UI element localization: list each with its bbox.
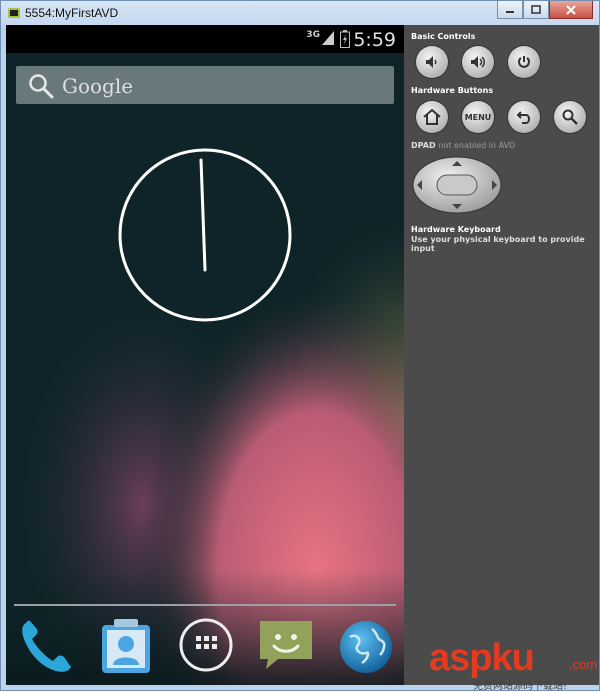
emulator-window: 5554:MyFirstAVD 3G 5:59 Google Basic Con… <box>0 0 600 692</box>
dock-app-phone[interactable] <box>16 615 76 675</box>
basic-controls-heading: Basic Controls <box>411 32 476 41</box>
power-button[interactable] <box>508 46 540 78</box>
title-bar[interactable]: 5554:MyFirstAVD <box>1 1 599 25</box>
volume-down-icon <box>426 56 437 68</box>
power-icon <box>518 56 530 69</box>
dpad-control[interactable] <box>412 156 502 214</box>
wallpaper <box>6 45 404 685</box>
dpad-status: DPAD not enabled in AVD <box>411 141 515 150</box>
watermark: aspku .com 免费网站源码下载站! <box>429 637 600 692</box>
dock-divider <box>14 604 396 606</box>
battery-icon <box>340 30 350 48</box>
phone-icon <box>22 620 71 672</box>
window-controls <box>497 1 593 19</box>
home-icon <box>423 109 441 125</box>
dpad-heading: DPAD <box>411 141 436 150</box>
app-drawer-icon <box>179 618 233 672</box>
close-icon <box>566 4 576 15</box>
menu-button[interactable]: MENU <box>462 101 494 133</box>
search-icon <box>29 74 54 99</box>
home-button[interactable] <box>416 101 448 133</box>
watermark-tagline: 免费网站源码下载站! <box>473 681 568 692</box>
back-button[interactable] <box>508 101 540 133</box>
status-time: 5:59 <box>353 29 396 51</box>
minimize-button[interactable] <box>497 1 523 19</box>
volume-up-button[interactable] <box>462 46 494 78</box>
volume-down-button[interactable] <box>416 46 448 78</box>
dock <box>6 615 404 681</box>
contacts-icon <box>102 619 150 673</box>
maximize-button[interactable] <box>523 1 549 19</box>
dpad-note: not enabled in AVD <box>438 141 516 150</box>
search-label: Google <box>62 74 134 98</box>
messaging-icon <box>260 621 312 669</box>
close-button[interactable] <box>549 1 593 19</box>
watermark-suffix: .com <box>569 657 598 672</box>
google-search-bar[interactable]: Google <box>16 66 394 104</box>
minimize-icon <box>506 10 514 13</box>
phone-screen[interactable]: 3G 5:59 Google <box>6 25 404 685</box>
maximize-icon <box>531 4 541 14</box>
hardware-search-button[interactable] <box>554 101 586 133</box>
dock-app-drawer[interactable] <box>176 615 236 675</box>
dock-app-browser[interactable] <box>336 615 396 675</box>
hardware-buttons-heading: Hardware Buttons <box>411 86 494 95</box>
globe-icon <box>340 621 392 673</box>
app-icon <box>8 8 20 18</box>
emulator-control-panel: Basic Controls Hardware Buttons MENU DPA… <box>404 25 599 685</box>
search-icon <box>562 109 578 125</box>
volume-up-icon <box>471 56 485 68</box>
watermark-brand: aspku <box>429 637 535 679</box>
dock-app-messaging[interactable] <box>256 615 316 675</box>
signal-icon <box>322 31 334 45</box>
menu-button-label: MENU <box>464 112 492 122</box>
window-title: 5554:MyFirstAVD <box>25 6 119 20</box>
keyboard-note: Use your physical keyboard to provide in… <box>411 235 585 253</box>
analog-clock-widget[interactable] <box>118 148 294 324</box>
network-type: 3G <box>306 30 320 40</box>
dock-app-contacts[interactable] <box>96 615 156 675</box>
back-icon <box>516 111 530 124</box>
clock-hand <box>199 158 207 272</box>
keyboard-heading: Hardware Keyboard <box>411 225 501 234</box>
status-bar[interactable]: 3G 5:59 <box>6 25 404 53</box>
